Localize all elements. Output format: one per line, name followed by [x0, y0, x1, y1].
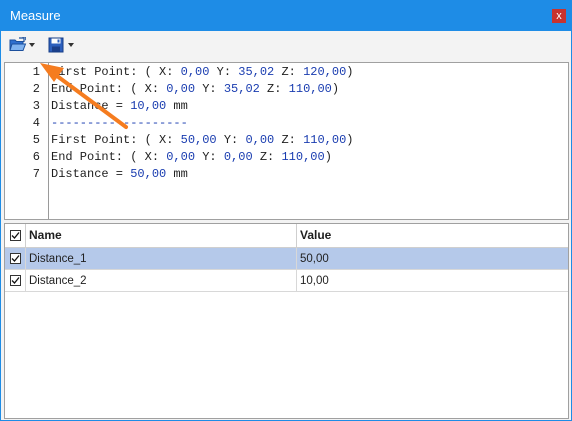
row-checkbox[interactable]	[10, 275, 21, 286]
checkmark-icon	[11, 232, 20, 239]
checkmark-icon	[11, 255, 20, 262]
line-number: 2	[32, 82, 40, 96]
code-line: First Point: ( X: 0,00 Y: 35,02 Z: 120,0…	[51, 65, 354, 79]
line-number: 3	[32, 99, 40, 113]
line-number: 5	[32, 133, 40, 147]
row-value-cell: 50,00	[300, 253, 329, 265]
measurement-log-editor[interactable]: 1 2 3 4 5 6 7 First Point: ( X: 0,00 Y: …	[4, 62, 569, 220]
measure-window: Measure x 1 2 3 4 5 6 7 First Point: (X…	[0, 0, 572, 421]
close-button[interactable]: x	[552, 9, 566, 23]
line-number: 6	[32, 150, 40, 164]
table-header: Name Value	[5, 224, 568, 248]
value-column-header[interactable]: Value	[300, 224, 331, 247]
window-title: Measure	[10, 8, 61, 23]
save-dropdown-button[interactable]	[48, 37, 78, 55]
code-line: Distance = 50,00 mm	[51, 167, 188, 181]
line-number: 4	[32, 116, 40, 130]
checkmark-icon	[11, 277, 20, 284]
select-all-checkbox[interactable]	[10, 230, 21, 241]
open-dropdown-button[interactable]	[9, 36, 39, 55]
name-column-header[interactable]: Name	[29, 224, 62, 247]
table-row[interactable]: Distance_1 50,00	[5, 248, 568, 270]
code-line: -------------------	[51, 116, 188, 130]
row-name-cell: Distance_2	[29, 275, 87, 287]
code-area: First Point: ( X: 0,00 Y: 35,02 Z: 120,0…	[51, 63, 568, 219]
save-icon	[48, 37, 64, 53]
table-row[interactable]: Distance_2 10,00	[5, 270, 568, 292]
line-number: 1	[32, 65, 40, 79]
title-bar: Measure x	[1, 1, 571, 31]
code-line: End Point: ( X: 0,00 Y: 35,02 Z: 110,00)	[51, 82, 340, 96]
row-checkbox[interactable]	[10, 253, 21, 264]
chevron-down-icon	[68, 43, 74, 47]
code-line: Distance = 10,00 mm	[51, 99, 188, 113]
measurements-table: Name Value Distance_1 50,00 Distance_2 1…	[4, 223, 569, 419]
code-line: First Point: ( X: 50,00 Y: 0,00 Z: 110,0…	[51, 133, 354, 147]
folder-open-icon	[9, 36, 27, 51]
chevron-down-icon	[29, 43, 35, 47]
code-line: End Point: ( X: 0,00 Y: 0,00 Z: 110,00)	[51, 150, 332, 164]
line-number-gutter: 1 2 3 4 5 6 7	[5, 63, 49, 219]
row-name-cell: Distance_1	[29, 253, 87, 265]
line-number: 7	[32, 167, 40, 181]
toolbar	[1, 31, 571, 62]
row-value-cell: 10,00	[300, 275, 329, 287]
